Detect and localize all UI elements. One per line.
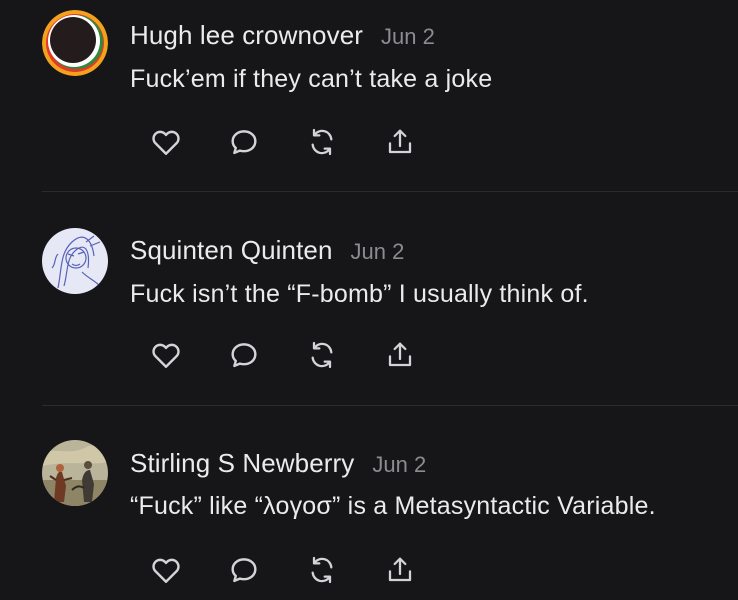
like-button[interactable] — [146, 335, 186, 375]
action-bar — [146, 550, 458, 590]
author-name[interactable]: Squinten Quinten — [130, 235, 333, 266]
avatar[interactable] — [42, 440, 108, 506]
avatar[interactable] — [42, 228, 108, 294]
divider — [42, 405, 738, 406]
comment-icon — [231, 130, 257, 155]
share-button[interactable] — [380, 122, 420, 162]
heart-icon — [152, 558, 180, 583]
repost-icon — [311, 128, 333, 156]
action-bar — [146, 335, 458, 375]
like-button[interactable] — [146, 122, 186, 162]
comment-button[interactable] — [224, 335, 264, 375]
like-button[interactable] — [146, 550, 186, 590]
heart-icon — [152, 343, 180, 368]
comment-button[interactable] — [224, 122, 264, 162]
comment-text: Fuck isn’t the “F-bomb” I usually think … — [130, 280, 589, 308]
author-name[interactable]: Stirling S Newberry — [130, 448, 354, 479]
post-date: Jun 2 — [350, 239, 405, 264]
divider — [42, 191, 738, 192]
repost-button[interactable] — [302, 335, 342, 375]
comment-icon — [231, 343, 257, 368]
repost-icon — [311, 341, 333, 369]
comment-button[interactable] — [224, 550, 264, 590]
repost-button[interactable] — [302, 122, 342, 162]
share-icon — [388, 129, 412, 154]
avatar[interactable] — [42, 10, 108, 76]
share-icon — [388, 342, 412, 367]
share-icon — [388, 557, 412, 582]
comment-icon — [231, 558, 257, 583]
share-button[interactable] — [380, 335, 420, 375]
repost-button[interactable] — [302, 550, 342, 590]
repost-icon — [311, 556, 333, 584]
heart-icon — [152, 130, 180, 155]
author-name[interactable]: Hugh lee crownover — [130, 20, 363, 51]
post-date: Jun 2 — [381, 24, 435, 49]
post-date: Jun 2 — [372, 452, 427, 477]
comment-text: “Fuck” like “λογοσ” is a Metasyntactic V… — [130, 492, 656, 520]
share-button[interactable] — [380, 550, 420, 590]
comment-text: Fuck’em if they can’t take a joke — [130, 65, 493, 93]
action-bar — [146, 122, 458, 162]
